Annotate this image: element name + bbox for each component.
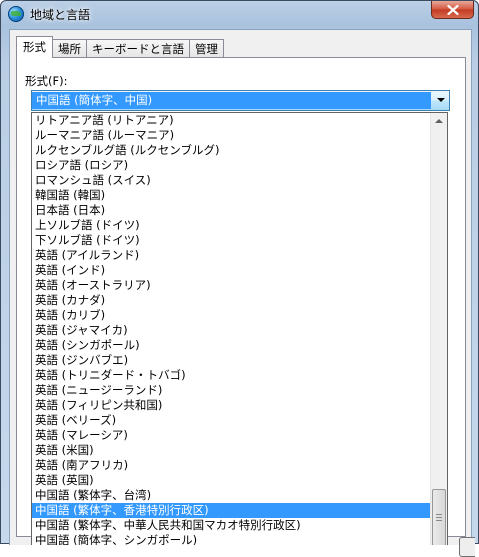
dropdown-item[interactable]: ロマンシュ語 (スイス)	[32, 173, 431, 188]
dropdown-item[interactable]: 英語 (カナダ)	[32, 293, 431, 308]
format-label: 形式(F):	[25, 74, 68, 88]
globe-icon	[8, 6, 24, 22]
tab-keyboards-languages[interactable]: キーボードと言語	[86, 39, 190, 57]
dropdown-item[interactable]: 英語 (南アフリカ)	[32, 458, 431, 473]
dropdown-item[interactable]: 上ソルブ語 (ドイツ)	[32, 218, 431, 233]
dropdown-items: リトアニア語 (リトアニア) ルーマニア語 (ルーマニア) ルクセンブルグ語 (ルク…	[32, 113, 431, 545]
close-icon	[446, 4, 459, 15]
format-dropdown-list[interactable]: リトアニア語 (リトアニア) ルーマニア語 (ルーマニア) ルクセンブルグ語 (ルク…	[31, 112, 448, 545]
close-button[interactable]	[431, 1, 474, 19]
dropdown-item[interactable]: 日本語 (日本)	[32, 203, 431, 218]
window-title: 地域と言語	[30, 8, 91, 22]
dropdown-item[interactable]: 英語 (フィリピン共和国)	[32, 398, 431, 413]
dropdown-item[interactable]: ルクセンブルグ語 (ルクセンブルグ)	[32, 143, 431, 158]
dropdown-item[interactable]: 下ソルブ語 (ドイツ)	[32, 233, 431, 248]
dropdown-item[interactable]: 中国語 (繁体字、台湾)	[32, 488, 431, 503]
dropdown-item[interactable]: 英語 (インド)	[32, 263, 431, 278]
dropdown-item[interactable]: 中国語 (簡体字、シンガポール)	[32, 533, 431, 545]
format-combobox-value: 中国語 (簡体字、中国)	[32, 92, 431, 109]
window: 地域と言語 形式 場所 キーボードと言語 管理 形式(F): 中国語 (簡体字、…	[0, 0, 479, 557]
dropdown-item[interactable]: 英語 (米国)	[32, 443, 431, 458]
dropdown-item[interactable]: 英語 (アイルランド)	[32, 248, 431, 263]
dropdown-item[interactable]: ロシア語 (ロシア)	[32, 158, 431, 173]
dropdown-item[interactable]: 英語 (ベリーズ)	[32, 413, 431, 428]
scroll-up-arrow-icon[interactable]	[431, 113, 447, 129]
scrollbar-thumb[interactable]	[432, 489, 446, 545]
dropdown-item[interactable]: 中国語 (繁体字、中華人民共和国マカオ特別行政区)	[32, 518, 431, 533]
title-bar[interactable]: 地域と言語	[1, 1, 478, 29]
chevron-down-icon[interactable]	[437, 98, 445, 102]
tab-location[interactable]: 場所	[52, 39, 87, 57]
tab-administrative[interactable]: 管理	[189, 39, 224, 57]
grip-line	[436, 517, 442, 518]
dropdown-item[interactable]: 英語 (ジャマイカ)	[32, 323, 431, 338]
dropdown-item[interactable]: 英語 (ニュージーランド)	[32, 383, 431, 398]
dropdown-item[interactable]: 英語 (英国)	[32, 473, 431, 488]
dropdown-item[interactable]: リトアニア語 (リトアニア)	[32, 113, 431, 128]
partial-button[interactable]	[459, 537, 475, 557]
dropdown-item[interactable]: ルーマニア語 (ルーマニア)	[32, 128, 431, 143]
dropdown-item[interactable]: 英語 (オーストラリア)	[32, 278, 431, 293]
dropdown-item[interactable]: 英語 (シンガポール)	[32, 338, 431, 353]
dropdown-scrollbar[interactable]	[430, 113, 447, 545]
dropdown-item[interactable]: 韓国語 (韓国)	[32, 188, 431, 203]
dropdown-item[interactable]: 中国語 (繁体字、香港特別行政区)	[32, 503, 431, 518]
dropdown-item[interactable]: 英語 (カリブ)	[32, 308, 431, 323]
dropdown-item[interactable]: 英語 (トリニダード・トバゴ)	[32, 368, 431, 383]
dropdown-item[interactable]: 英語 (マレーシア)	[32, 428, 431, 443]
grip-line	[436, 514, 442, 515]
dropdown-item[interactable]: 英語 (ジンバブエ)	[32, 353, 431, 368]
grip-line	[436, 520, 442, 521]
format-combobox[interactable]: 中国語 (簡体字、中国)	[31, 90, 450, 111]
tab-strip: 形式 場所 キーボードと言語 管理	[16, 36, 224, 58]
tab-format[interactable]: 形式	[16, 36, 53, 58]
